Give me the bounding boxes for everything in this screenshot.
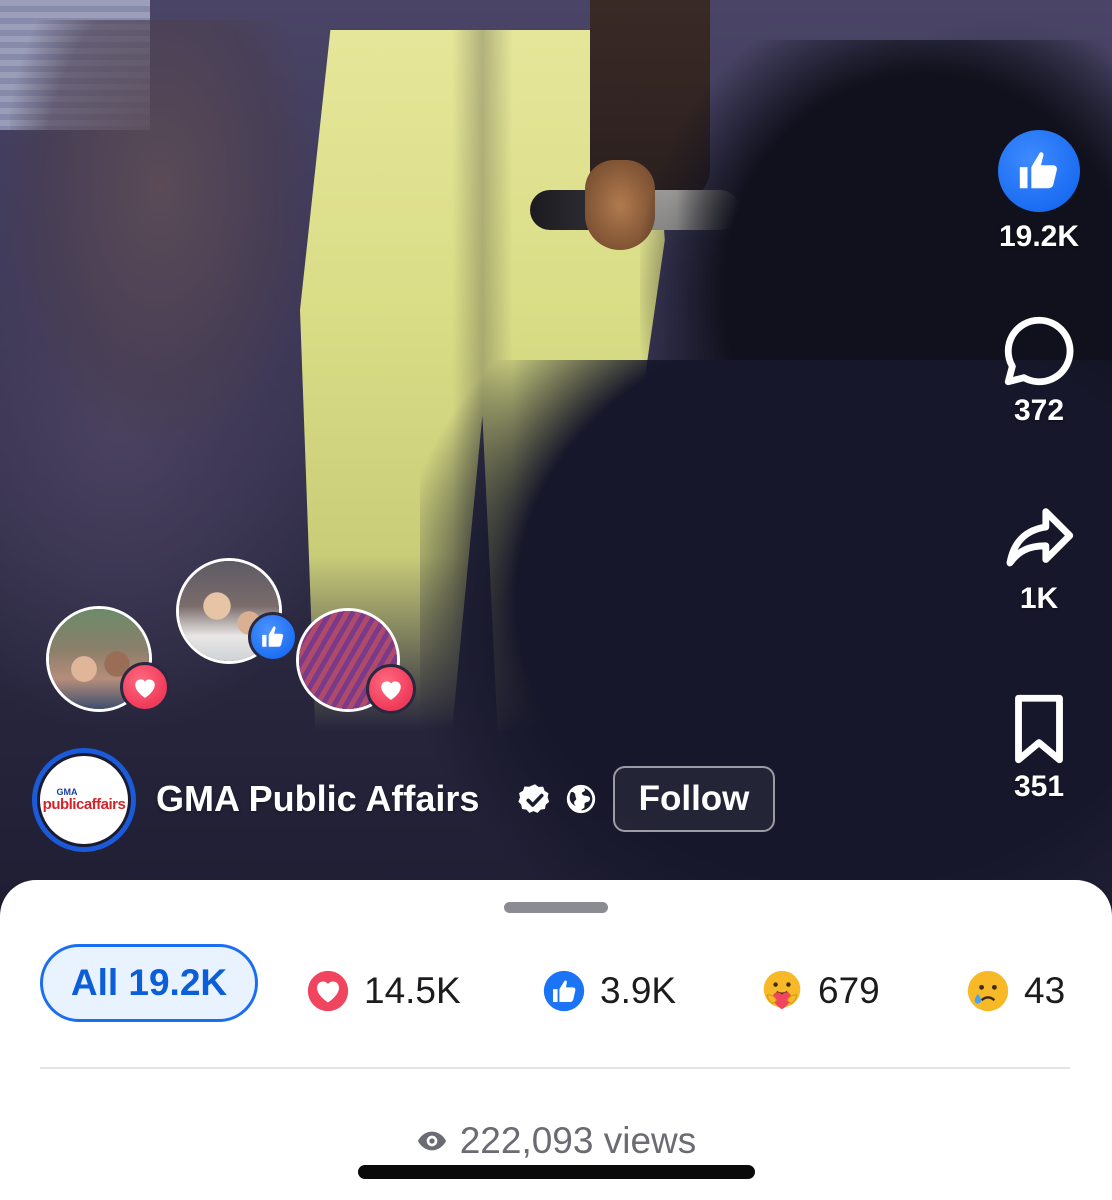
comment-icon (1004, 316, 1074, 386)
verified-badge-icon (518, 784, 550, 813)
tab-love-count: 14.5K (364, 970, 461, 1011)
page-logo: GMA publicaffairs (37, 753, 131, 847)
sad-icon (966, 969, 1010, 1013)
eye-icon (417, 1131, 446, 1151)
follow-button[interactable]: Follow (613, 766, 775, 832)
sheet-divider (40, 1067, 1070, 1069)
tab-sad-count: 43 (1024, 970, 1066, 1011)
like-count: 19.2K (998, 220, 1080, 253)
care-icon (760, 969, 804, 1013)
like-action[interactable]: 19.2K (980, 130, 1098, 254)
share-icon (1006, 508, 1074, 567)
love-icon (306, 969, 350, 1013)
share-count: 1K (1019, 582, 1059, 615)
tab-care[interactable]: 679 (760, 942, 880, 1040)
like-icon (248, 612, 298, 662)
thumbs-up-icon (1019, 152, 1057, 189)
page-name[interactable]: GMA Public Affairs (156, 778, 479, 820)
share-action[interactable]: 1K (980, 498, 1098, 616)
bookmark-icon (1015, 694, 1063, 764)
logo-text-publicaffairs: publicaffairs (42, 795, 126, 813)
globe-icon (566, 784, 596, 814)
comment-count: 372 (1013, 394, 1065, 427)
sheet-grabber[interactable] (504, 902, 608, 913)
reactions-sheet: All 19.2K 14.5K 3.9K 679 43 222,093 view… (0, 880, 1112, 1200)
tab-love[interactable]: 14.5K (306, 942, 461, 1040)
page-avatar[interactable]: GMA publicaffairs (32, 748, 136, 852)
heart-icon (366, 664, 416, 714)
page-info-row: GMA publicaffairs GMA Public Affairs Fol… (30, 746, 930, 856)
background-person (10, 20, 310, 440)
tab-all-label: All 19.2K (70, 962, 228, 1003)
home-indicator[interactable] (358, 1165, 755, 1179)
tab-care-count: 679 (818, 970, 880, 1011)
heart-icon (120, 662, 170, 712)
like-button[interactable] (998, 130, 1080, 212)
view-count: 222,093 views (459, 1120, 697, 1161)
tab-like[interactable]: 3.9K (542, 942, 676, 1040)
tab-like-count: 3.9K (600, 970, 677, 1011)
reaction-tabs: All 19.2K 14.5K 3.9K 679 43 (0, 942, 1112, 1042)
save-action[interactable]: 351 (980, 688, 1098, 804)
view-count-row: 222,093 views (0, 1120, 1112, 1162)
save-count: 351 (1013, 770, 1065, 803)
tab-all[interactable]: All 19.2K (40, 944, 258, 1022)
like-icon (542, 969, 586, 1013)
comment-action[interactable]: 372 (980, 310, 1098, 428)
tab-sad[interactable]: 43 (966, 942, 1065, 1040)
